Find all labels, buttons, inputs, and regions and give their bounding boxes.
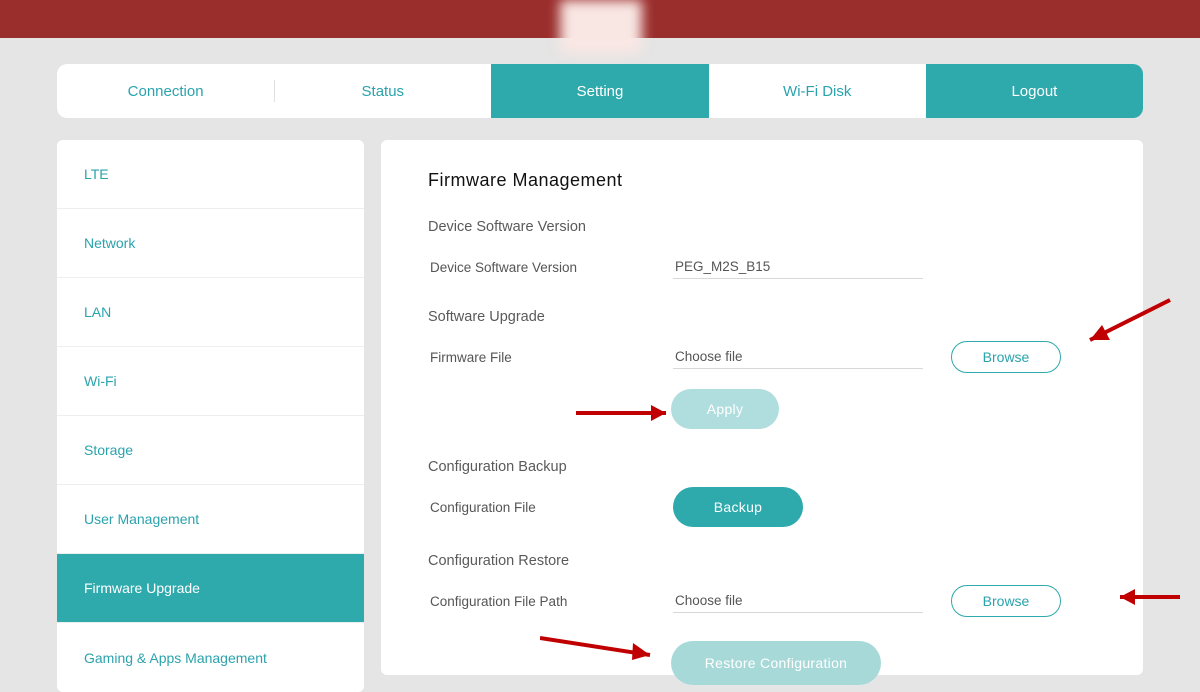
label-config-file: Configuration File — [428, 500, 673, 515]
value-device-version: PEG_M2S_B15 — [673, 256, 923, 279]
label-config-path: Configuration File Path — [428, 594, 673, 609]
apply-button[interactable]: Apply — [671, 389, 779, 429]
main-panel: Firmware Management Device Software Vers… — [381, 140, 1143, 675]
sidebar-item-lan[interactable]: LAN — [57, 278, 364, 347]
tab-wifi-disk[interactable]: Wi-Fi Disk — [709, 64, 926, 118]
section-device-version: Device Software Version — [428, 219, 1096, 235]
label-firmware-file: Firmware File — [428, 350, 673, 365]
tab-setting[interactable]: Setting — [491, 64, 708, 118]
page-title: Firmware Management — [428, 170, 1096, 191]
row-config-restore: Configuration File Path Choose file Brow… — [428, 583, 1096, 619]
header-bar — [0, 0, 1200, 38]
sidebar-item-gaming-apps[interactable]: Gaming & Apps Management — [57, 623, 364, 692]
section-config-restore: Configuration Restore — [428, 553, 1096, 569]
section-software-upgrade: Software Upgrade — [428, 309, 1096, 325]
backup-button[interactable]: Backup — [673, 487, 803, 527]
tab-connection[interactable]: Connection — [57, 64, 274, 118]
sidebar-item-user-management[interactable]: User Management — [57, 485, 364, 554]
top-nav: Connection Status Setting Wi-Fi Disk Log… — [57, 64, 1143, 118]
sidebar-item-storage[interactable]: Storage — [57, 416, 364, 485]
row-device-version: Device Software Version PEG_M2S_B15 — [428, 249, 1096, 285]
browse-config-button[interactable]: Browse — [951, 585, 1061, 617]
input-config-path[interactable]: Choose file — [673, 590, 923, 613]
browse-firmware-button[interactable]: Browse — [951, 341, 1061, 373]
sidebar-item-firmware-upgrade[interactable]: Firmware Upgrade — [57, 554, 364, 623]
section-config-backup: Configuration Backup — [428, 459, 1096, 475]
sidebar-item-wifi[interactable]: Wi-Fi — [57, 347, 364, 416]
tab-logout[interactable]: Logout — [926, 64, 1143, 118]
brand-logo — [560, 0, 642, 54]
restore-config-button[interactable]: Restore Configuration — [671, 641, 881, 685]
sidebar-item-network[interactable]: Network — [57, 209, 364, 278]
label-device-version: Device Software Version — [428, 260, 673, 275]
settings-sidebar: LTE Network LAN Wi-Fi Storage User Manag… — [57, 140, 364, 692]
input-firmware-file[interactable]: Choose file — [673, 346, 923, 369]
row-firmware-file: Firmware File Choose file Browse — [428, 339, 1096, 375]
sidebar-item-lte[interactable]: LTE — [57, 140, 364, 209]
tab-status[interactable]: Status — [274, 64, 491, 118]
row-config-backup: Configuration File Backup — [428, 489, 1096, 525]
